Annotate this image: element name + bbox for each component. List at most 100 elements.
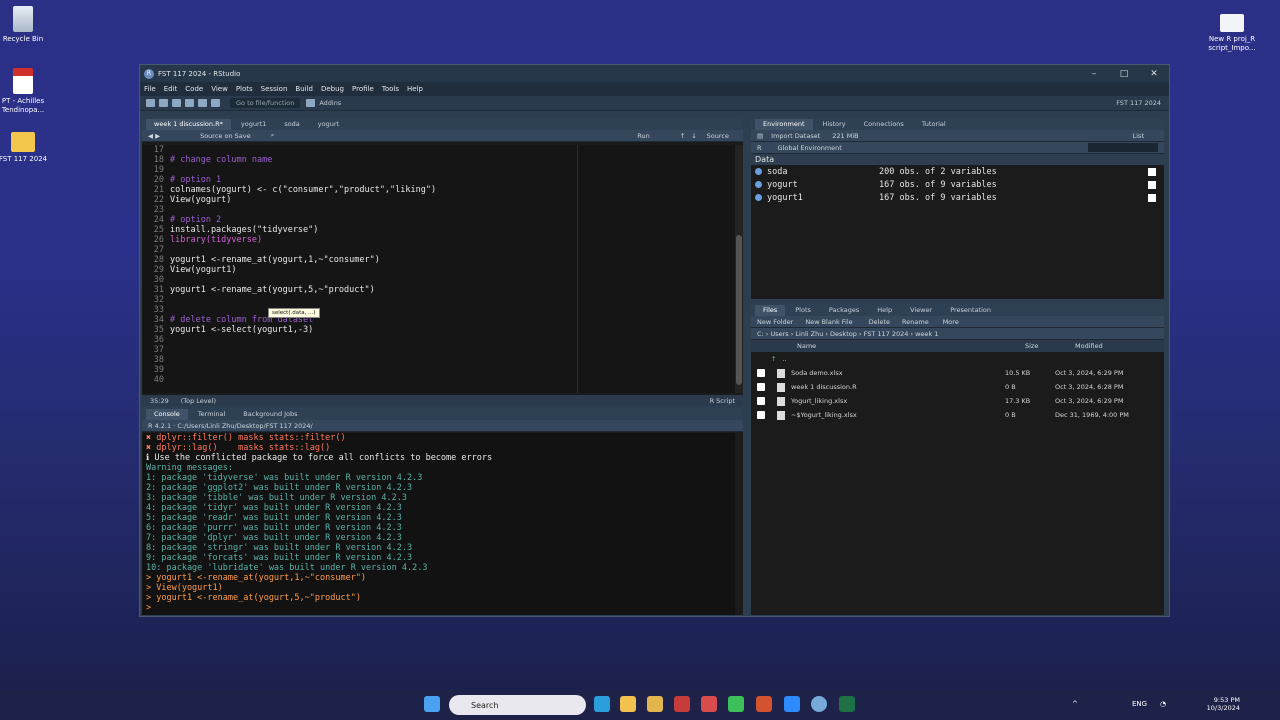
workspace-panes-icon[interactable] [306, 99, 316, 107]
language-indicator[interactable]: ENG [1132, 700, 1147, 708]
file-row[interactable]: week 1 discussion.R 0 B Oct 3, 2024, 6:28 … [751, 380, 1164, 394]
app-icon[interactable] [701, 696, 717, 712]
import-dataset-button[interactable]: Import Dataset [771, 132, 820, 140]
view-data-icon[interactable] [1148, 167, 1156, 176]
menu-help[interactable]: Help [407, 85, 423, 93]
tab-soda[interactable]: soda [276, 119, 307, 130]
go-to-file-input[interactable]: Go to file/function [230, 98, 301, 108]
menu-debug[interactable]: Debug [321, 85, 344, 93]
tab-yogurt1[interactable]: yogurt1 [233, 119, 274, 130]
parent-directory-row[interactable]: ↑ .. [751, 352, 1164, 366]
breadcrumb[interactable]: C: › Users › Linli Zhu › Desktop › FST 1… [757, 330, 938, 338]
code-line[interactable]: 38 [142, 355, 735, 365]
source-on-save-checkbox[interactable]: Source on Save [200, 132, 251, 140]
column-size[interactable]: Size [1025, 342, 1075, 350]
menu-build[interactable]: Build [295, 85, 313, 93]
menu-profile[interactable]: Profile [352, 85, 374, 93]
file-row[interactable]: Yogurt_liking.xlsx 17.3 KB Oct 3, 2024, 6:… [751, 394, 1164, 408]
search-icon[interactable]: ⌕ [271, 131, 275, 140]
code-line[interactable]: 27 [142, 245, 735, 255]
save-icon[interactable] [185, 99, 194, 107]
code-line[interactable]: 25 install.packages("tidyverse") [142, 225, 735, 235]
minimize-button[interactable]: – [1079, 69, 1109, 79]
menu-edit[interactable]: Edit [164, 85, 178, 93]
code-line[interactable]: 22 View(yogurt) [142, 195, 735, 205]
excel-icon[interactable] [839, 696, 855, 712]
file-row[interactable]: Soda demo.xlsx 10.5 KB Oct 3, 2024, 6:29 P… [751, 366, 1164, 380]
new-project-icon[interactable] [159, 99, 168, 107]
menu-code[interactable]: Code [185, 85, 203, 93]
code-line[interactable]: 32 [142, 295, 735, 305]
code-editor[interactable]: 17 18 # change column name 19 20 # option 1 21… [142, 145, 735, 393]
view-data-icon[interactable] [1148, 180, 1156, 189]
wechat-icon[interactable] [728, 696, 744, 712]
tab-packages[interactable]: Packages [821, 305, 867, 316]
code-line[interactable]: 19 [142, 165, 735, 175]
environment-search-input[interactable] [1088, 143, 1158, 152]
file-name[interactable]: week 1 discussion.R [791, 383, 1005, 391]
environment-row[interactable]: soda 200 obs. of 2 variables [751, 165, 1164, 178]
code-line[interactable]: 26 library(tidyverse) [142, 235, 735, 245]
menu-session[interactable]: Session [261, 85, 288, 93]
save-all-icon[interactable] [198, 99, 207, 107]
wifi-icon[interactable]: ◔ [1160, 700, 1166, 708]
console-output[interactable]: ✖ dplyr::filter() masks stats::filter() ✖… [142, 433, 735, 615]
memory-usage[interactable]: 221 MiB [832, 132, 858, 140]
menu-plots[interactable]: Plots [236, 85, 253, 93]
view-data-icon[interactable] [1148, 193, 1156, 202]
desktop-icon-recycle-bin[interactable]: Recycle Bin [0, 6, 53, 44]
code-line[interactable]: 37 [142, 345, 735, 355]
project-menu[interactable]: FST 117 2024 [1116, 99, 1161, 107]
tab-week1-discussion[interactable]: week 1 discussion.R* [146, 119, 231, 130]
source-button[interactable]: Source [707, 132, 729, 140]
tab-presentation[interactable]: Presentation [942, 305, 999, 316]
zoom-icon[interactable] [784, 696, 800, 712]
desktop-icon-rproj[interactable]: New R proj_R script_Impo... [1202, 14, 1262, 53]
file-checkbox[interactable] [757, 383, 765, 391]
load-workspace-icon[interactable]: ▤ [757, 132, 763, 140]
up-arrow-icon[interactable]: ↑ [680, 132, 685, 140]
file-checkbox[interactable] [757, 397, 765, 405]
code-line[interactable]: 40 [142, 375, 735, 385]
file-type-indicator[interactable]: R Script [710, 397, 735, 405]
file-name[interactable]: Yogurt_liking.xlsx [791, 397, 1005, 405]
environment-row[interactable]: yogurt1 167 obs. of 9 variables [751, 191, 1164, 204]
column-modified[interactable]: Modified [1075, 342, 1103, 350]
expand-icon[interactable] [755, 181, 762, 188]
expand-icon[interactable] [755, 168, 762, 175]
tab-terminal[interactable]: Terminal [190, 409, 233, 420]
down-arrow-icon[interactable]: ↓ [691, 132, 696, 140]
tab-help[interactable]: Help [869, 305, 900, 316]
code-line[interactable]: 34 # delete column from dataset [142, 315, 735, 325]
code-line[interactable]: 29 View(yogurt1) [142, 265, 735, 275]
open-file-icon[interactable] [172, 99, 181, 107]
tab-connections[interactable]: Connections [856, 119, 912, 130]
code-line[interactable]: 23 [142, 205, 735, 215]
new-file-icon[interactable] [146, 99, 155, 107]
desktop-icon-pdf[interactable]: PT - Achilles Tendinopa... [0, 68, 53, 115]
tab-console[interactable]: Console [146, 409, 188, 420]
code-line[interactable]: 31 yogurt1 <-rename_at(yogurt,5,~"product… [142, 285, 735, 295]
taskbar-search[interactable]: Search [449, 695, 586, 715]
editor-scrollbar[interactable] [735, 145, 743, 393]
menu-view[interactable]: View [211, 85, 228, 93]
scope-indicator[interactable]: (Top Level) [181, 397, 216, 405]
print-icon[interactable] [211, 99, 220, 107]
run-button[interactable]: Run [637, 132, 649, 140]
new-folder-button[interactable]: New Folder [757, 318, 793, 326]
code-line[interactable]: 30 [142, 275, 735, 285]
code-line[interactable]: 17 [142, 145, 735, 155]
tab-yogurt[interactable]: yogurt [310, 119, 347, 130]
code-line[interactable]: 39 [142, 365, 735, 375]
code-line[interactable]: 18 # change column name [142, 155, 735, 165]
menu-tools[interactable]: Tools [382, 85, 399, 93]
app-icon[interactable] [674, 696, 690, 712]
windows-start-icon[interactable] [424, 696, 440, 712]
tab-history[interactable]: History [815, 119, 854, 130]
tab-plots[interactable]: Plots [787, 305, 819, 316]
file-name[interactable]: ~$Yogurt_liking.xlsx [791, 411, 1005, 419]
tab-viewer[interactable]: Viewer [902, 305, 940, 316]
column-name[interactable]: Name [797, 342, 1025, 350]
desktop-icon-folder[interactable]: FST 117 2024 [0, 132, 53, 164]
powerpoint-icon[interactable] [756, 696, 772, 712]
